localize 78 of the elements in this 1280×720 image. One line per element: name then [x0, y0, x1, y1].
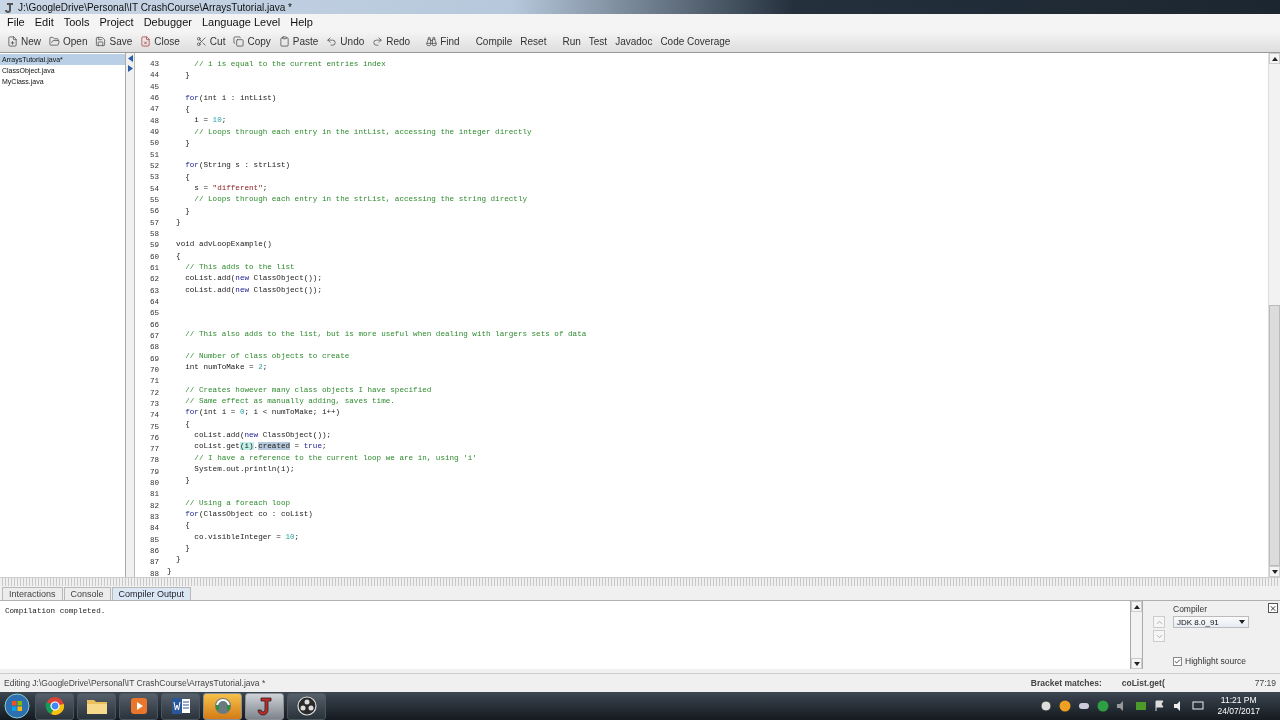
menu-item[interactable]: Help — [285, 14, 318, 30]
tab[interactable]: Compiler Output — [111, 587, 192, 600]
new-button[interactable]: New — [3, 31, 45, 51]
start-button[interactable] — [2, 693, 32, 719]
status-message: Editing J:\GoogleDrive\Personal\IT CrashCourse\ArraysTutorial.java * — [4, 678, 266, 688]
circle-icon[interactable] — [1040, 700, 1053, 712]
taskbar-button[interactable] — [77, 692, 116, 720]
checkbox-label: Highlight source — [1185, 656, 1246, 666]
close-button[interactable]: Close — [136, 31, 184, 51]
taskbar-button[interactable] — [119, 692, 158, 720]
redo-button[interactable]: Redo — [368, 31, 415, 51]
open-button[interactable]: Open — [45, 31, 92, 51]
undo-button[interactable]: Undo — [322, 31, 369, 51]
taskbar-button[interactable] — [161, 692, 200, 720]
clock[interactable]: 11:21 PM 24/07/2017 — [1217, 695, 1260, 717]
tab[interactable]: Console — [63, 587, 111, 600]
monitor-icon[interactable] — [1192, 700, 1205, 712]
toolbar-button[interactable]: Run — [558, 31, 585, 51]
scissors-icon — [195, 35, 207, 47]
close-button[interactable] — [1268, 603, 1278, 613]
undo-icon — [326, 35, 338, 47]
expand-arrow-icon[interactable] — [127, 65, 133, 72]
menu-item[interactable]: Project — [94, 14, 139, 30]
checkbox[interactable] — [1173, 656, 1182, 666]
record-disc-icon — [296, 696, 317, 716]
save-icon — [95, 35, 107, 47]
document-icon — [170, 697, 191, 715]
menu-item[interactable]: Debugger — [138, 14, 197, 30]
check-icon — [1174, 657, 1181, 665]
taskbar-button[interactable] — [245, 692, 284, 720]
play-icon — [129, 697, 148, 715]
taskbar-button[interactable] — [35, 692, 74, 720]
circle-icon[interactable] — [1059, 700, 1072, 712]
j-logo-icon — [4, 1, 14, 13]
toolbar-button[interactable]: Compile — [471, 31, 517, 51]
close-icon — [1269, 603, 1277, 613]
browser-icon — [44, 696, 65, 716]
compiler-label: Compiler — [1173, 604, 1207, 614]
new-file-icon — [7, 35, 18, 47]
j-logo-icon — [255, 696, 274, 716]
window-title: J:\GoogleDrive\Personal\IT CrashCourse\ArraysTutorial.java * — [18, 1, 292, 13]
tab[interactable]: Interactions — [2, 587, 63, 600]
bracket-label: Bracket matches: — [1030, 678, 1102, 688]
cursor-position: 77:19 — [1254, 678, 1276, 688]
down-arrow-icon[interactable] — [1271, 569, 1278, 574]
scrollbar[interactable] — [1131, 601, 1143, 669]
taskbar-button[interactable] — [287, 692, 326, 720]
taskbar-button[interactable] — [203, 692, 242, 720]
paste-button[interactable]: Paste — [274, 31, 323, 51]
menu-item[interactable]: Tools — [58, 14, 95, 30]
bracket-value: coList.get( — [1121, 678, 1165, 688]
redo-icon — [372, 35, 384, 47]
copy-button[interactable]: Copy — [229, 31, 275, 51]
flag-icon[interactable] — [1154, 700, 1167, 712]
collapse-arrow-icon[interactable] — [127, 55, 133, 62]
folder-icon — [85, 697, 108, 715]
folder-icon — [49, 35, 60, 47]
menu-item[interactable]: Language Level — [196, 14, 286, 30]
gamepad-icon[interactable] — [1078, 700, 1091, 712]
splitter-handle[interactable] — [0, 577, 1280, 586]
find-button[interactable]: Find — [422, 31, 464, 51]
toolbar-button[interactable]: Code Coverage — [656, 31, 735, 51]
up-arrow-icon[interactable] — [1133, 604, 1140, 609]
cut-button[interactable]: Cut — [191, 31, 230, 51]
copy-icon — [233, 35, 245, 47]
menu-item[interactable]: File — [2, 14, 30, 30]
clipboard-icon — [278, 35, 290, 47]
up-arrow-icon[interactable] — [1271, 56, 1278, 61]
close-file-icon — [140, 35, 152, 47]
toolbar-button[interactable]: Reset — [516, 31, 551, 51]
dropdown-arrow-icon — [1239, 620, 1245, 624]
toolbar-button[interactable]: Test — [584, 31, 612, 51]
compiler-select[interactable]: JDK 8.0_91 — [1173, 616, 1249, 628]
down-arrow-icon[interactable] — [1133, 661, 1140, 666]
toolbar-button[interactable]: Javadoc — [611, 31, 657, 51]
menu-item[interactable]: Edit — [29, 14, 59, 30]
save-button[interactable]: Save — [91, 31, 137, 51]
binoculars-icon — [426, 35, 438, 47]
